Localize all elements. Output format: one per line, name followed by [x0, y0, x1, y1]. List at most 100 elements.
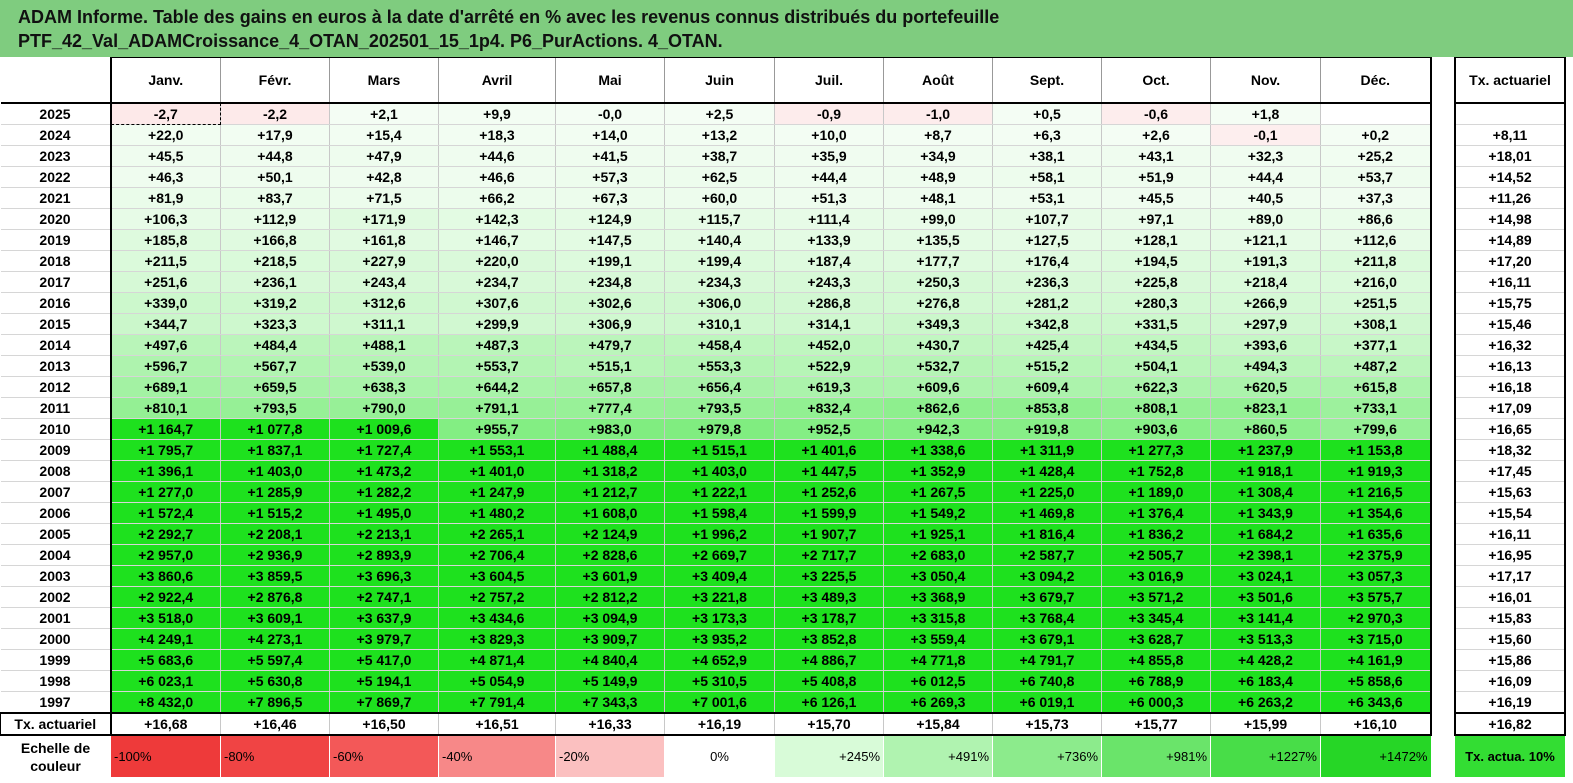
gain-cell: +51,3 [774, 187, 884, 209]
gain-cell: +216,0 [1320, 271, 1432, 293]
gain-cell: +97,1 [1101, 208, 1211, 230]
gain-cell: +2 717,7 [774, 544, 884, 566]
year-label: 2015 [0, 313, 111, 335]
gain-cell: +6 012,5 [883, 670, 993, 692]
actuarial-rate-cell: +15,46 [1454, 313, 1566, 335]
month-header: Juil. [774, 57, 884, 104]
gain-cell: +7 869,7 [329, 691, 439, 714]
gain-cell: +3 141,4 [1210, 607, 1321, 629]
gain-cell: +3 024,1 [1210, 565, 1321, 587]
gain-cell: +34,9 [883, 145, 993, 167]
table-row: 2013 +596,7 +567,7 +539,0 +553,7 +515,1 +553,3… [0, 355, 1432, 377]
color-scale-swatch: -40% [438, 735, 556, 777]
table-row: 2000 +4 249,1 +4 273,1 +3 979,7 +3 829,3 +3 9… [0, 628, 1432, 650]
table-row: 2025 -2,7 -2,2 +2,1 +9,9 -0,0 +2,5 -0,9 -1,0 +0,5… [0, 103, 1432, 125]
gain-cell: +32,3 [1210, 145, 1321, 167]
gain-cell: +225,8 [1101, 271, 1211, 293]
gain-cell: +124,9 [555, 208, 665, 230]
gain-cell: +6 023,1 [109, 670, 221, 692]
gain-cell: +99,0 [883, 208, 993, 230]
table-row: 2005 +2 292,7 +2 208,1 +2 213,1 +2 265,1 +2 1… [0, 523, 1432, 545]
table-row: 2023 +45,5 +44,8 +47,9 +44,6 +41,5 +38,7 +35,9 +… [0, 145, 1432, 167]
footer-rate-cell: +16,68 [109, 712, 221, 736]
gain-cell: +234,3 [664, 271, 775, 293]
gain-cell: +3 829,3 [438, 628, 556, 650]
gain-cell: +236,3 [992, 271, 1102, 293]
gain-cell: +6 343,6 [1320, 691, 1432, 714]
gain-cell: +1 343,9 [1210, 502, 1321, 524]
gain-cell: +1 684,2 [1210, 523, 1321, 545]
gain-cell: +46,6 [438, 166, 556, 188]
gain-cell: +297,9 [1210, 313, 1321, 335]
gain-cell: -1,0 [883, 103, 993, 125]
year-label: 2009 [0, 439, 111, 461]
color-scale-swatch: +981% [1101, 735, 1211, 777]
gain-cell: +48,9 [883, 166, 993, 188]
gain-cell: +860,5 [1210, 418, 1321, 440]
gain-cell: +7 791,4 [438, 691, 556, 714]
gain-cell: +1 473,2 [329, 460, 439, 482]
year-label: 2005 [0, 523, 111, 545]
year-label: 2021 [0, 187, 111, 209]
gain-cell: +6 788,9 [1101, 670, 1211, 692]
actuarial-rate-cell: +8,11 [1454, 124, 1566, 146]
gain-cell: +1 836,2 [1101, 523, 1211, 545]
gain-cell: +609,6 [883, 376, 993, 398]
gain-cell: +615,8 [1320, 376, 1432, 398]
gain-cell: +250,3 [883, 271, 993, 293]
gain-cell: +211,8 [1320, 250, 1432, 272]
gain-cell: +199,4 [664, 250, 775, 272]
gain-cell: +553,7 [438, 355, 556, 377]
table-row: 2015 +344,7 +323,3 +311,1 +299,9 +306,9 +310,1… [0, 313, 1432, 335]
side-header: Tx. actuariel [1454, 57, 1566, 104]
gain-cell: +1 599,9 [774, 502, 884, 524]
gain-cell: +339,0 [109, 292, 221, 314]
gain-cell: +266,9 [1210, 292, 1321, 314]
gain-cell: +280,3 [1101, 292, 1211, 314]
gain-cell: +6 740,8 [992, 670, 1102, 692]
gain-cell: +2 505,7 [1101, 544, 1211, 566]
gain-cell: +71,5 [329, 187, 439, 209]
gain-cell: +3 679,7 [992, 586, 1102, 608]
gain-cell: +62,5 [664, 166, 775, 188]
year-label: 2002 [0, 586, 111, 608]
gain-cell: +1 164,7 [109, 418, 221, 440]
gain-cell: +487,3 [438, 334, 556, 356]
gain-cell: +377,1 [1320, 334, 1432, 356]
table-row: 2014 +497,6 +484,4 +488,1 +487,3 +479,7 +458,4… [0, 334, 1432, 356]
gain-cell: +227,9 [329, 250, 439, 272]
gain-cell: +10,0 [774, 124, 884, 146]
gain-cell: +46,3 [109, 166, 221, 188]
gain-cell: +1 572,4 [109, 502, 221, 524]
gain-cell: +4 249,1 [109, 628, 221, 650]
year-label: 2007 [0, 481, 111, 503]
actuarial-rate-cell: +18,01 [1454, 145, 1566, 167]
gain-cell: +1 488,4 [555, 439, 665, 461]
gain-cell: +51,9 [1101, 166, 1211, 188]
gain-cell: +58,1 [992, 166, 1102, 188]
gain-cell: +3 679,1 [992, 628, 1102, 650]
gain-cell: +2 208,1 [220, 523, 330, 545]
actuarial-rate-cell: +14,98 [1454, 208, 1566, 230]
table-row: 2002 +2 922,4 +2 876,8 +2 747,1 +2 757,2 +2 8… [0, 586, 1432, 608]
gain-cell: +659,5 [220, 376, 330, 398]
gain-cell: +1 222,1 [664, 481, 775, 503]
gain-cell: +793,5 [220, 397, 330, 419]
gain-cell: +3 601,9 [555, 565, 665, 587]
table-row: 2016 +339,0 +319,2 +312,6 +307,6 +302,6 +306,0… [0, 292, 1432, 314]
year-label: 2016 [0, 292, 111, 314]
year-label: 2025 [0, 103, 111, 125]
actuarial-rate-cell: +15,75 [1454, 292, 1566, 314]
gain-cell: +2,5 [664, 103, 775, 125]
gain-cell: +236,1 [220, 271, 330, 293]
gain-cell: -0,0 [555, 103, 665, 125]
year-label: 2014 [0, 334, 111, 356]
gain-cell: +777,4 [555, 397, 665, 419]
table-row: 2011 +810,1 +793,5 +790,0 +791,1 +777,4 +793,5… [0, 397, 1432, 419]
gain-cell: +3 768,4 [992, 607, 1102, 629]
gain-cell: +799,6 [1320, 418, 1432, 440]
gain-cell: +5 054,9 [438, 670, 556, 692]
gain-cell: +3 368,9 [883, 586, 993, 608]
gain-cell: +808,1 [1101, 397, 1211, 419]
gain-cell: +3 094,9 [555, 607, 665, 629]
